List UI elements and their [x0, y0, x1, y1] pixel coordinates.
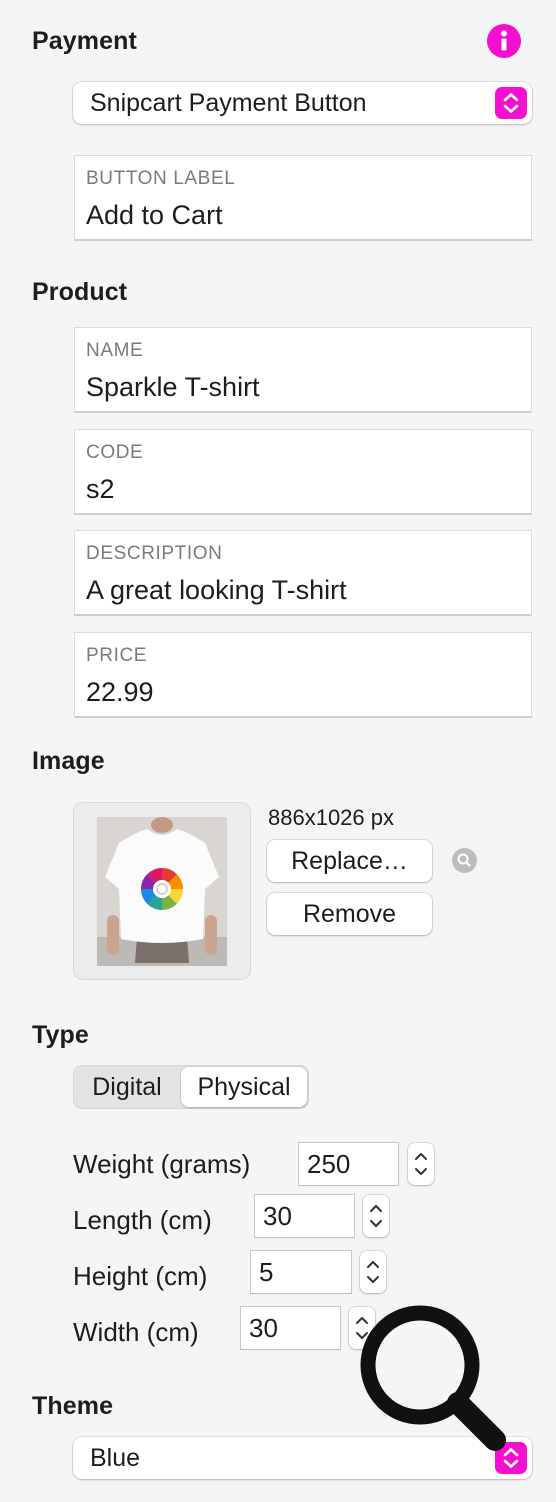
product-price-field-value[interactable]: 22.99 [86, 677, 154, 708]
weight-stepper[interactable] [408, 1143, 434, 1185]
remove-image-button[interactable]: Remove [267, 893, 432, 935]
length-stepper[interactable] [363, 1195, 389, 1237]
image-dimensions: 886x1026 px [268, 805, 394, 830]
type-segmented-control[interactable]: Digital Physical [73, 1065, 309, 1109]
product-thumbnail [97, 817, 227, 966]
type-option-digital[interactable]: Digital [75, 1067, 179, 1107]
product-section-title: Product [32, 278, 128, 306]
image-section-title: Image [32, 747, 105, 775]
product-code-field-value[interactable]: s2 [86, 474, 115, 505]
button-label-field[interactable]: BUTTON LABEL Add to Cart [74, 155, 532, 241]
image-well[interactable] [73, 802, 251, 980]
width-stepper[interactable] [349, 1307, 375, 1349]
replace-image-button[interactable]: Replace… [267, 840, 432, 882]
chevron-up-down-icon [495, 87, 527, 119]
width-label: Width (cm) [73, 1317, 199, 1347]
type-section-title: Type [32, 1021, 89, 1049]
button-label-field-label: BUTTON LABEL [86, 168, 236, 189]
theme-select[interactable]: Blue [73, 1437, 532, 1479]
magnifying-glass-icon [355, 1300, 515, 1460]
product-code-field-label: CODE [86, 442, 144, 463]
width-input[interactable]: 30 [240, 1306, 341, 1350]
length-label: Length (cm) [73, 1205, 212, 1235]
product-code-field[interactable]: CODE s2 [74, 429, 532, 515]
product-name-field[interactable]: NAME Sparkle T-shirt [74, 327, 532, 413]
theme-select-value: Blue [90, 1444, 141, 1472]
length-input[interactable]: 30 [254, 1194, 355, 1238]
payment-section-title: Payment [32, 27, 137, 55]
product-description-field[interactable]: DESCRIPTION A great looking T-shirt [74, 530, 532, 616]
height-input[interactable]: 5 [250, 1250, 352, 1294]
product-description-field-label: DESCRIPTION [86, 543, 223, 564]
info-icon[interactable] [487, 24, 521, 58]
magnifying-glass-icon[interactable] [452, 848, 477, 873]
payment-provider-value: Snipcart Payment Button [90, 89, 367, 117]
payment-provider-select[interactable]: Snipcart Payment Button [73, 82, 532, 124]
weight-label: Weight (grams) [73, 1149, 251, 1179]
product-name-field-label: NAME [86, 340, 144, 361]
weight-input[interactable]: 250 [298, 1142, 399, 1186]
height-label: Height (cm) [73, 1261, 208, 1291]
product-description-field-value[interactable]: A great looking T-shirt [86, 575, 347, 606]
product-price-field-label: PRICE [86, 645, 148, 666]
button-label-field-value[interactable]: Add to Cart [86, 200, 223, 231]
type-option-physical[interactable]: Physical [181, 1067, 307, 1107]
product-price-field[interactable]: PRICE 22.99 [74, 632, 532, 718]
theme-section-title: Theme [32, 1392, 114, 1420]
height-stepper[interactable] [360, 1251, 386, 1293]
product-name-field-value[interactable]: Sparkle T-shirt [86, 372, 260, 403]
chevron-up-down-icon [495, 1442, 527, 1474]
